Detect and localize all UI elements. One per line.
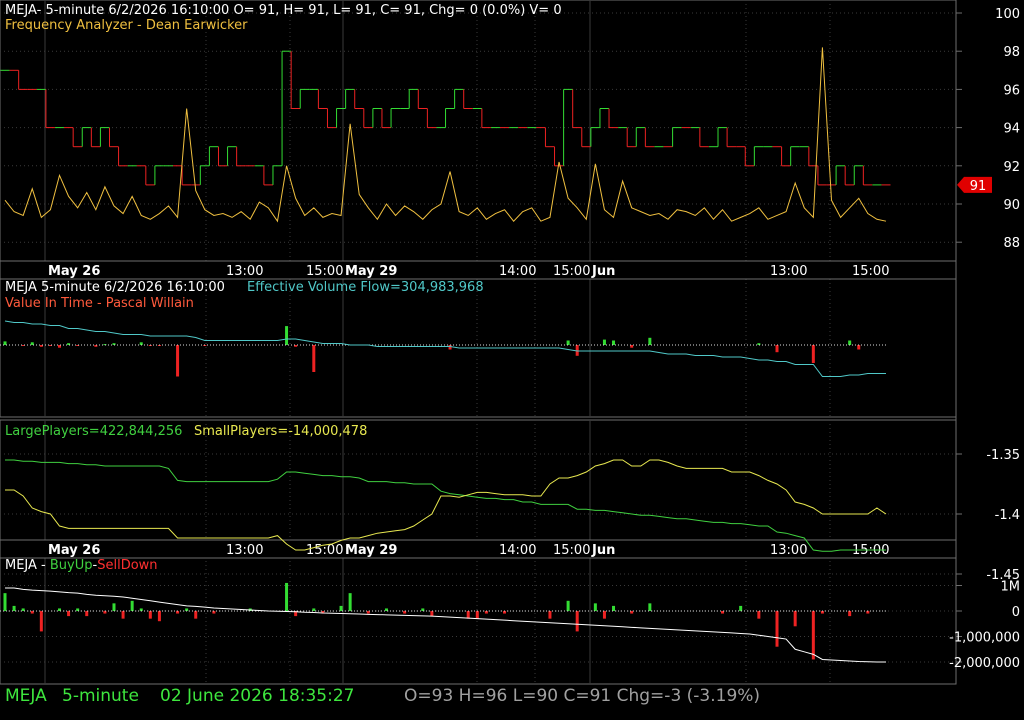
small-players-label: SmallPlayers=-14,000,478	[194, 424, 368, 439]
small-players-line	[5, 459, 887, 551]
frequency-analyzer-label: Frequency Analyzer - Dean Earwicker	[5, 18, 248, 33]
panel-frame-1	[0, 0, 957, 262]
status-ohlc: O=93 H=96 L=90 C=91 Chg=-3 (-3.19%)	[404, 686, 761, 706]
buysell-bar	[602, 611, 606, 619]
status-bar: MEJA 5-minute 02 June 2026 18:35:27 O=93…	[0, 684, 956, 708]
buysell-bar	[739, 605, 743, 611]
selldown-label: SellDown	[97, 558, 158, 573]
date-axis-label: 13:00	[226, 264, 263, 279]
buysell-bar	[466, 611, 470, 619]
price-tick-label: 98	[1003, 45, 1020, 60]
flow-volume-bar	[285, 326, 289, 345]
last-price-tag-label: 91	[970, 179, 987, 194]
buysell-tick-label: -2,000,000	[949, 656, 1020, 671]
effective-volume-flow-label: Effective Volume Flow=304,983,968	[247, 280, 484, 295]
buysell-tick-label: 0	[1012, 605, 1020, 620]
flow-volume-bar	[448, 345, 452, 350]
buysell-cumulative-line	[5, 587, 886, 663]
date-axis-label: 13:00	[770, 543, 807, 558]
buysell-bar	[648, 603, 652, 611]
status-symbol: MEJA	[5, 686, 47, 706]
buysell-tick-label: 1M	[1001, 580, 1021, 595]
buysell-bar	[85, 611, 89, 617]
buyup-label: BuyUp	[49, 558, 93, 573]
buysell-bar	[3, 593, 7, 611]
date-axis-label: 15:00	[553, 264, 590, 279]
buysell-bar	[848, 611, 852, 617]
flow-volume-bar	[648, 337, 652, 345]
date-axis-label: 14:00	[499, 543, 536, 558]
flow-volume-bar	[566, 340, 570, 345]
price-tick-label: 94	[1003, 122, 1020, 137]
buysell-bar	[130, 600, 134, 611]
price-tick-label: 92	[1003, 160, 1020, 175]
price-tick-label: 100	[995, 7, 1020, 22]
frequency-analyzer-line	[4, 47, 887, 223]
flow-volume-bar	[811, 345, 815, 363]
status-datetime: 02 June 2026 18:35:27	[160, 686, 355, 706]
chart-canvas[interactable]: May 26 13:00 15:00 May 29 14:00 15:00 Jun 13:00…	[0, 0, 1024, 720]
date-axis-label: Jun	[591, 264, 615, 279]
flow-volume-bar	[612, 340, 616, 345]
buysell-bar	[339, 605, 343, 611]
buysell-bar	[612, 605, 616, 611]
flow-panel-header: MEJA 5-minute 6/2/2026 16:10:00	[5, 280, 225, 295]
date-axis-label: 15:00	[553, 543, 590, 558]
buysell-bar	[475, 611, 479, 619]
buysell-bar	[566, 600, 570, 611]
flow-volume-bar	[602, 339, 606, 345]
buysell-bar	[12, 605, 16, 611]
buysell-bar	[793, 611, 797, 627]
buysell-bar	[39, 611, 43, 632]
date-axis-label: 13:00	[770, 264, 807, 279]
flow-volume-bar	[312, 345, 316, 372]
flow-volume-bar	[112, 343, 116, 345]
flow-volume-bar	[775, 345, 779, 353]
date-axis-label: 13:00	[226, 543, 263, 558]
flow-volume-bar	[176, 345, 180, 377]
players-tick-label: -1.35	[986, 448, 1020, 463]
date-axis-strip	[0, 260, 957, 280]
buysell-bar	[112, 603, 116, 611]
effective-volume-flow-line	[4, 320, 886, 377]
date-axis-label: May 26	[48, 543, 100, 558]
status-interval: 5-minute	[62, 686, 139, 706]
value-in-time-label: Value In Time - Pascal Willain	[5, 296, 194, 311]
buysell-tick-label: -1,000,000	[949, 631, 1020, 646]
buysell-bar	[285, 582, 289, 611]
date-axis-label: Jun	[591, 543, 615, 558]
buysell-bar	[67, 611, 71, 617]
price-panel-header: MEJA- 5-minute 6/2/2026 16:10:00 O= 91, …	[5, 3, 562, 18]
buysell-bar	[157, 611, 161, 622]
buysell-bar	[775, 611, 779, 647]
price-tick-label: 96	[1003, 83, 1020, 98]
players-tick-label: -1.4	[995, 508, 1020, 523]
buysell-bar	[348, 593, 352, 611]
buysell-bar	[430, 611, 434, 617]
price-tick-label: 88	[1003, 236, 1020, 251]
date-axis-label: 15:00	[306, 264, 343, 279]
flow-volume-bar	[3, 341, 7, 345]
symbol-prefix: MEJA -	[5, 558, 50, 573]
date-axis-label: May 26	[48, 264, 100, 279]
buysell-bar	[575, 611, 579, 632]
buysell-bar	[593, 603, 597, 611]
flow-volume-bar	[857, 345, 861, 350]
date-axis-label: May 29	[345, 264, 397, 279]
buyup-selldown-header: MEJA - BuyUp-SellDown	[5, 558, 158, 573]
date-axis-label: 14:00	[499, 264, 536, 279]
price-tick-label: 90	[1003, 198, 1020, 213]
date-axis-label: May 29	[345, 543, 397, 558]
flow-volume-bar	[848, 340, 852, 345]
date-axis-label: 15:00	[852, 264, 889, 279]
buysell-bar	[757, 611, 761, 619]
buysell-bar	[121, 611, 125, 619]
buysell-bar	[548, 611, 552, 619]
buysell-bar	[811, 611, 815, 660]
buysell-bar	[148, 611, 152, 619]
buysell-bar	[194, 611, 198, 619]
large-players-label: LargePlayers=422,844,256	[5, 424, 183, 439]
